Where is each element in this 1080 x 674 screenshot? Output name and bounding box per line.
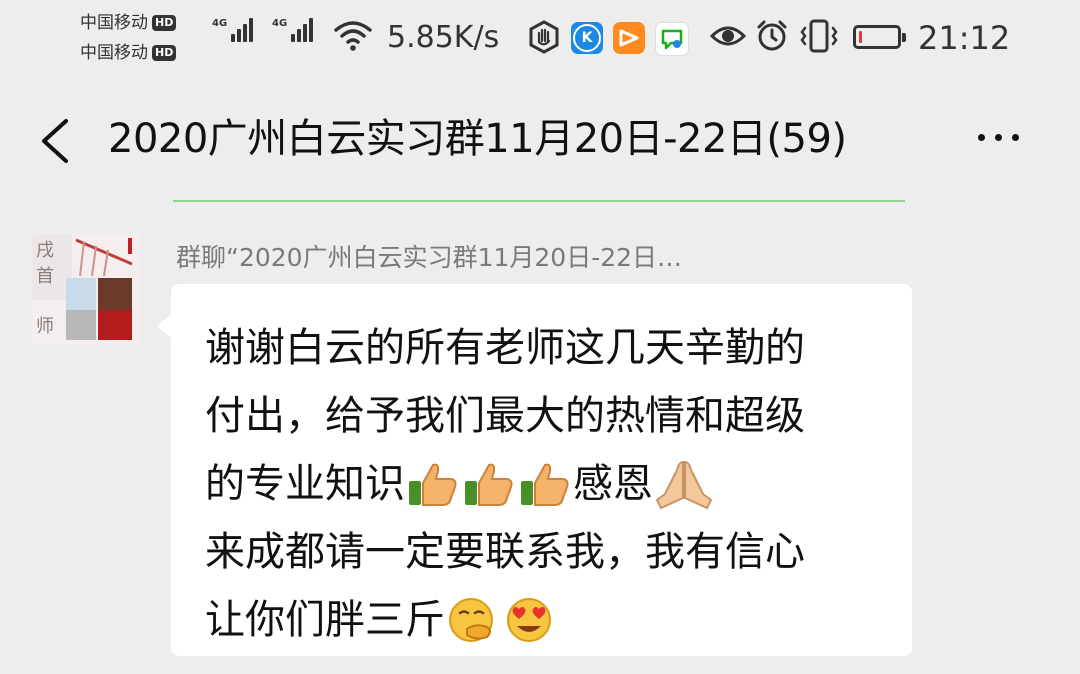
heart-eyes-icon [507,598,551,642]
message-line: 付出，给予我们最大的热情和超级 [205,393,805,439]
avatar[interactable]: 戌 首 师 [32,234,140,344]
carrier-label: 中国移动 [80,13,148,33]
svg-text:师: 师 [36,316,54,337]
header-divider [173,200,905,202]
more-dots-icon[interactable] [978,134,1019,141]
thumbs-up-icon [409,463,457,506]
chat-header: 2020广州白云实习群11月20日-22日(59) [0,88,1080,188]
carrier-label: 中国移动 [80,43,148,63]
message-line: 的专业知识 感恩 [205,450,882,518]
vibrate-icon [800,19,838,53]
battery-icon [853,25,906,49]
hd-badge: HD [152,45,177,61]
svg-text:戌: 戌 [36,240,54,261]
alarm-icon [757,20,787,51]
battery-level-fill [859,31,862,43]
status-time: 21:12 [918,19,1011,57]
video-icon [613,22,645,54]
signal-icon: 4G [212,18,254,42]
chat-icon [655,22,689,56]
status-bar: 中国移动 HD 中国移动 HD 4G 4G 5.85K/s K 21:12 [0,0,1080,80]
svg-text:首: 首 [36,266,54,287]
message-bubble[interactable]: 谢谢白云的所有老师这几天辛勤的 付出，给予我们最大的热情和超级 的专业知识 感恩… [157,284,912,656]
thumbs-up-icon [465,463,513,506]
praying-hands-icon [655,460,713,510]
network-speed: 5.85K/s [387,20,500,55]
network-type: 4G [272,18,288,29]
eye-icon [710,26,746,46]
sender-name: 群聊“2020广州白云实习群11月20日-22日… [176,243,683,272]
message-line: 让你们胖三斤 [205,586,882,654]
wifi-icon [334,21,372,51]
signal-icon: 4G [272,18,314,42]
hand-icon [529,20,559,54]
hand-over-mouth-icon [449,598,493,642]
kugou-icon: K [571,22,603,54]
network-type: 4G [212,18,228,29]
carrier-info: 中国移动 HD 中国移动 HD [80,8,177,68]
message-line: 来成都请一定要联系我，我有信心 [205,529,805,575]
chevron-left-icon[interactable] [38,118,72,164]
chat-title: 2020广州白云实习群11月20日-22日(59) [108,116,847,162]
hd-badge: HD [152,15,177,31]
thumbs-up-icon [521,463,569,506]
message-line: 谢谢白云的所有老师这几天辛勤的 [205,325,805,371]
